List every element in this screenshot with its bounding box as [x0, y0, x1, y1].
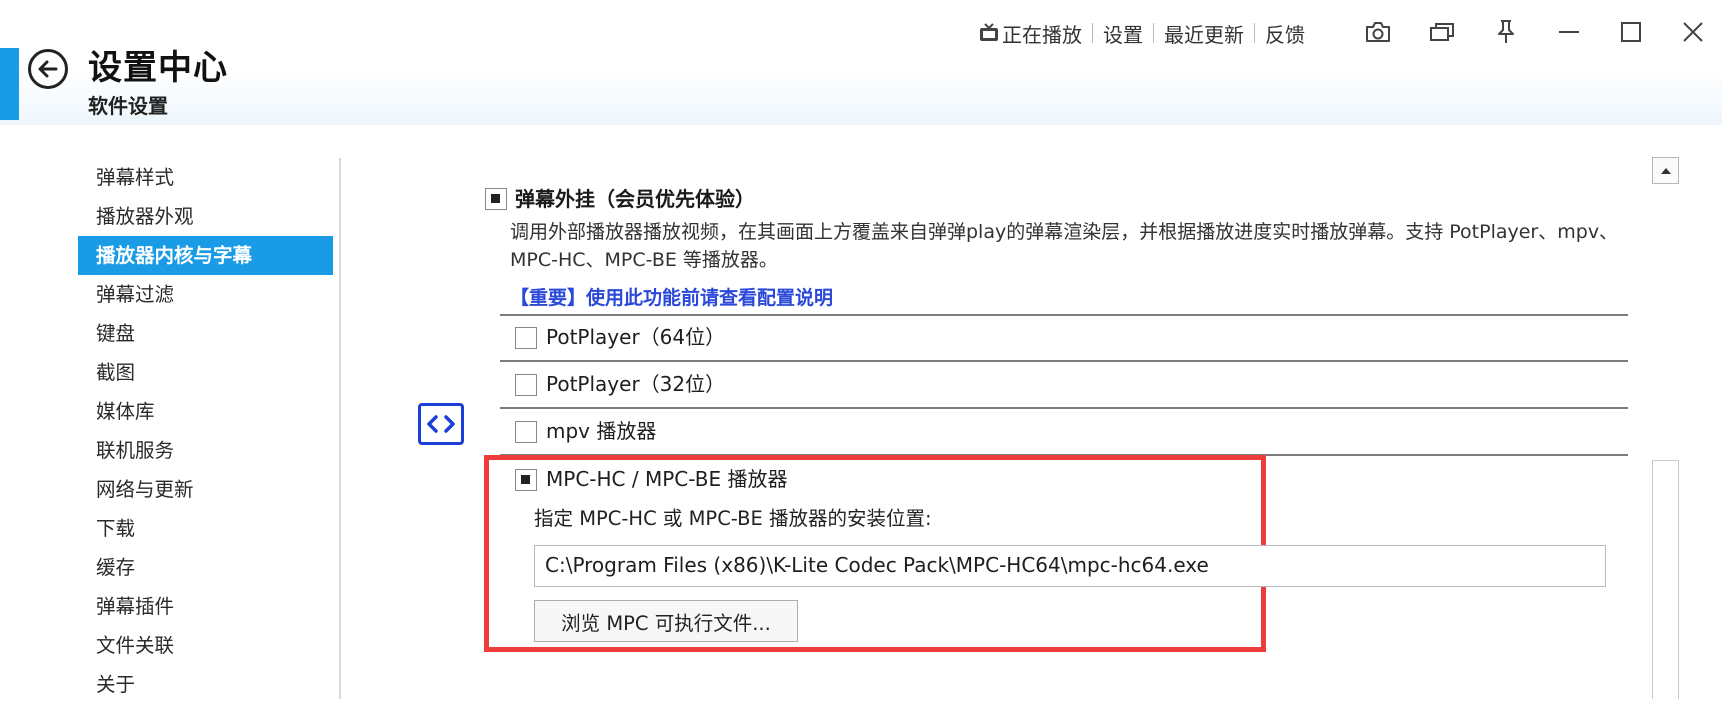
accent-bar [0, 48, 19, 120]
minimize-button[interactable] [1549, 14, 1589, 50]
option-divider [500, 360, 1628, 362]
maximize-button[interactable] [1611, 14, 1651, 50]
sidebar-item-danmaku-filter[interactable]: 弹幕过滤 [78, 275, 333, 314]
external-danmaku-description: 调用外部播放器播放视频，在其画面上方覆盖来自弹弹play的弹幕渲染层，并根据播放… [510, 221, 1619, 271]
tv-icon [980, 23, 998, 41]
scrollbar-thumb[interactable] [1652, 460, 1679, 699]
sidebar-item-keyboard[interactable]: 键盘 [78, 314, 333, 353]
page-subtitle: 软件设置 [88, 94, 168, 118]
feedback-link[interactable]: 反馈 [1265, 19, 1305, 48]
pin-button[interactable] [1486, 14, 1526, 50]
sidebar-item-player-core-subtitles[interactable]: 播放器内核与字幕 [78, 236, 333, 275]
sidebar-nav: 弹幕样式 播放器外观 播放器内核与字幕 弹幕过滤 键盘 截图 媒体库 联机服务 … [78, 158, 333, 704]
sidebar-item-file-association[interactable]: 文件关联 [78, 626, 333, 665]
sidebar-item-screenshot[interactable]: 截图 [78, 353, 333, 392]
link-separator [1153, 23, 1154, 43]
restore-window-button[interactable] [1422, 14, 1462, 50]
option-divider [500, 407, 1628, 409]
potplayer-64-label: PotPlayer（64位） [546, 325, 726, 349]
close-button[interactable] [1673, 14, 1713, 50]
sidebar-item-danmaku-plugins[interactable]: 弹幕插件 [78, 587, 333, 626]
minimize-icon [1559, 31, 1579, 33]
external-danmaku-checkbox[interactable] [485, 188, 507, 210]
sidebar-item-network-update[interactable]: 网络与更新 [78, 470, 333, 509]
camera-icon [1366, 22, 1390, 42]
link-separator [1092, 23, 1093, 43]
recent-updates-link[interactable]: 最近更新 [1164, 19, 1244, 48]
sidebar-divider [339, 158, 341, 699]
sidebar-item-danmaku-style[interactable]: 弹幕样式 [78, 158, 333, 197]
screenshot-button[interactable] [1358, 14, 1398, 50]
mpc-path-input[interactable]: C:\Program Files (x86)\K-Lite Codec Pack… [534, 545, 1606, 587]
option-divider [500, 314, 1628, 316]
settings-link[interactable]: 设置 [1103, 19, 1143, 48]
sidebar-item-online-service[interactable]: 联机服务 [78, 431, 333, 470]
now-playing-label: 正在播放 [1002, 22, 1082, 47]
pin-icon [1498, 20, 1514, 43]
now-playing-link[interactable]: 正在播放 [978, 19, 1082, 48]
arrow-left-icon [38, 60, 58, 78]
maximize-icon [1621, 22, 1641, 42]
sidebar-item-cache[interactable]: 缓存 [78, 548, 333, 587]
browse-mpc-button[interactable]: 浏览 MPC 可执行文件... [534, 600, 798, 642]
external-danmaku-title: 弹幕外挂（会员优先体验） [515, 187, 755, 211]
mpc-label: MPC-HC / MPC-BE 播放器 [546, 467, 788, 491]
scroll-up-button[interactable] [1652, 157, 1679, 184]
mpv-checkbox[interactable] [515, 421, 537, 443]
potplayer-64-checkbox[interactable] [515, 327, 537, 349]
link-separator [1254, 23, 1255, 43]
close-icon [1683, 22, 1703, 42]
sidebar-item-download[interactable]: 下载 [78, 509, 333, 548]
code-brackets-icon [427, 415, 455, 433]
back-button[interactable] [28, 49, 68, 89]
mpc-path-label: 指定 MPC-HC 或 MPC-BE 播放器的安装位置: [534, 507, 932, 530]
restore-window-icon [1430, 23, 1454, 41]
config-guide-link[interactable]: 【重要】使用此功能前请查看配置说明 [510, 284, 833, 312]
page-title: 设置中心 [88, 48, 228, 88]
sidebar-item-player-appearance[interactable]: 播放器外观 [78, 197, 333, 236]
code-icon[interactable] [418, 403, 464, 445]
triangle-up-icon [1660, 167, 1671, 174]
potplayer-32-checkbox[interactable] [515, 374, 537, 396]
mpv-label: mpv 播放器 [546, 419, 657, 443]
sidebar-item-media-library[interactable]: 媒体库 [78, 392, 333, 431]
top-links: 正在播放 设置 最近更新 反馈 [978, 18, 1305, 48]
potplayer-32-label: PotPlayer（32位） [546, 372, 726, 396]
header: 设置中心 软件设置 正在播放 设置 最近更新 反馈 [0, 0, 1722, 125]
mpc-checkbox[interactable] [515, 469, 537, 491]
sidebar-item-about[interactable]: 关于 [78, 665, 333, 704]
cropped-text-fragment [510, 152, 1330, 158]
